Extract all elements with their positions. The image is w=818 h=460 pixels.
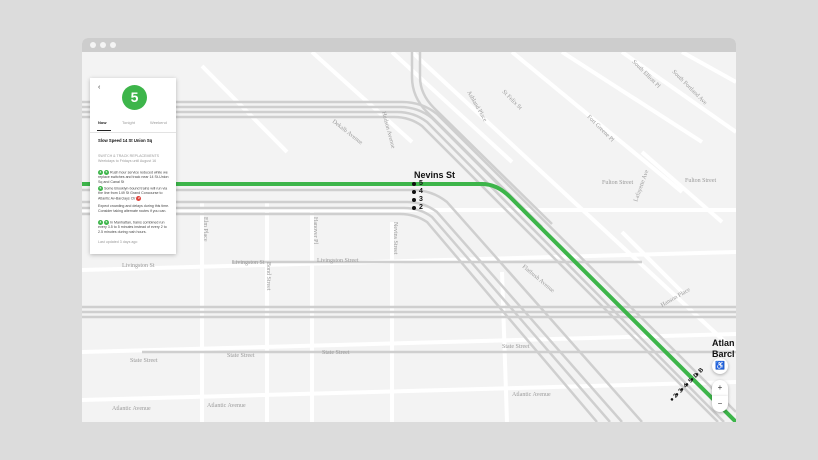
route-label[interactable]: 3	[419, 196, 423, 204]
route-label[interactable]: 5	[419, 180, 423, 188]
window-dot-close[interactable]	[90, 42, 96, 48]
tab-now[interactable]: Now	[98, 120, 106, 125]
alert-text: Rush hour service reduced while we repla…	[98, 170, 169, 184]
route-dot	[412, 206, 416, 210]
route-dot	[412, 198, 416, 202]
alert-title: Slow Speed 14 St Union Sq	[98, 138, 153, 143]
back-icon[interactable]: ‹	[98, 84, 100, 91]
active-tab-indicator	[97, 130, 111, 131]
route-label[interactable]: 2	[419, 204, 423, 212]
station-name-nevins[interactable]: Nevins St	[414, 170, 455, 180]
street-label: Nevins Street	[392, 222, 398, 255]
street-label: State Street	[322, 350, 350, 356]
alert-paragraph: 4 5 Rush hour service reduced while we r…	[98, 170, 170, 184]
route-label[interactable]: 4	[419, 188, 423, 196]
street-label: Atlantic Avenue	[112, 406, 151, 412]
street-label: Fulton Street	[685, 178, 716, 184]
route-dot	[412, 190, 416, 194]
street-label: Livingston Street	[317, 258, 359, 264]
alert-paragraph: 4 5 In Manhattan, trains combined run ev…	[98, 220, 170, 234]
last-updated: Last updated 3 days ago	[98, 240, 138, 244]
window-dot-minimize[interactable]	[100, 42, 106, 48]
subway-tracks	[82, 52, 736, 422]
tab-tonight[interactable]: Tonight	[122, 120, 135, 125]
street-label: Bond Street	[265, 262, 271, 291]
street-label: Fulton Street	[602, 180, 633, 186]
subway-map[interactable]: Dekalb Avenue Ashland Place St Felix St …	[82, 52, 736, 422]
street-label: Lafayette Ave	[632, 169, 650, 203]
station-name-atlantic[interactable]: Atlan Barcl	[712, 338, 735, 360]
window-titlebar	[82, 38, 736, 52]
route-2-icon: 2	[136, 195, 142, 201]
street-label: St Felix St	[501, 89, 523, 111]
service-alert-panel: ‹ 5 Now Tonight Weekend Slow Speed 14 St…	[90, 78, 176, 254]
time-tabs: Now Tonight Weekend	[90, 118, 176, 133]
street-label: State Street	[227, 353, 255, 359]
street-label: Hanover Pl	[312, 217, 318, 244]
alert-text: In Manhattan, trains combined run every …	[98, 220, 167, 234]
tab-weekend[interactable]: Weekend	[150, 120, 167, 125]
route-dot	[412, 182, 416, 186]
street-label: Atlantic Avenue	[207, 403, 246, 409]
street-label: Elm Place	[202, 217, 208, 242]
street-label: State Street	[130, 358, 158, 364]
browser-window: Dekalb Avenue Ashland Place St Felix St …	[82, 38, 736, 422]
wheelchair-icon[interactable]: ♿	[712, 358, 728, 374]
street-label: Dekalb Avenue	[331, 119, 364, 147]
street-label: Livingston St	[232, 260, 265, 266]
zoom-out-button[interactable]: −	[712, 396, 728, 412]
route-badge: 5	[122, 85, 147, 110]
street-label: Livingston St	[122, 263, 155, 269]
map-canvas[interactable]: Dekalb Avenue Ashland Place St Felix St …	[82, 52, 736, 422]
street-label: Atlantic Avenue	[512, 392, 551, 398]
street-label: State Street	[502, 344, 530, 350]
alert-timing: Weekdays to Fridays until August 16	[98, 159, 157, 163]
street-label: Fort Greene Pl	[586, 114, 615, 143]
alert-paragraph: Expect crowding and delays during this t…	[98, 204, 170, 213]
alert-category: SWITCH & TRACK REPLACEMENTS	[98, 154, 160, 158]
window-dot-maximize[interactable]	[110, 42, 116, 48]
station-route-list: 5 4 3 2	[412, 180, 423, 212]
zoom-in-button[interactable]: +	[712, 380, 728, 396]
station-name-line: Atlan	[712, 338, 735, 348]
alert-paragraph: 5 Some Brooklyn-bound trains will run vi…	[98, 186, 170, 201]
alert-text: Some Brooklyn-bound trains will run via …	[98, 186, 168, 201]
